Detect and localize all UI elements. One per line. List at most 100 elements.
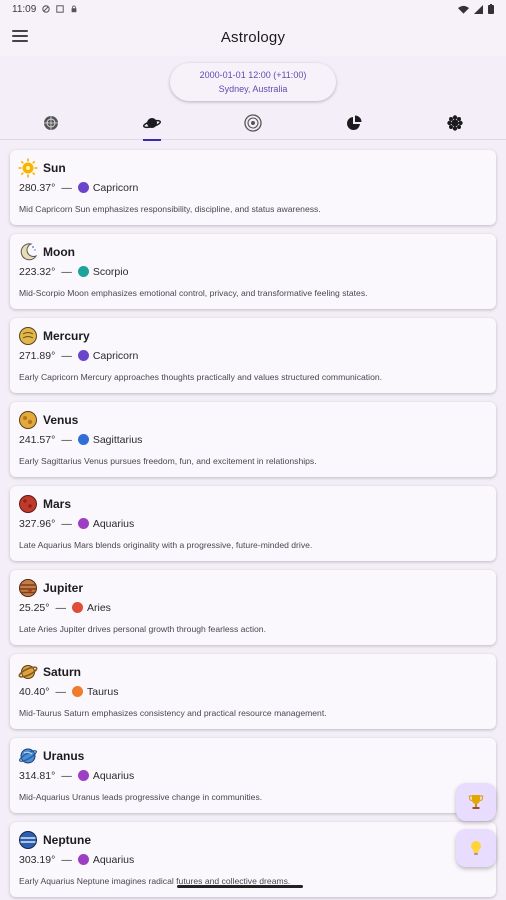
separator: — [61, 853, 72, 866]
planet-name: Jupiter [43, 581, 84, 595]
wheel-icon [43, 115, 58, 130]
planet-position: 271.89° — Capricorn [19, 347, 488, 364]
planet-card[interactable]: Venus 241.57° — Sagittarius Early Sagitt… [10, 402, 496, 477]
app-bar: Astrology [0, 18, 506, 56]
separator: — [55, 601, 66, 614]
zodiac-sign-icon [77, 182, 89, 193]
signal-icon [474, 4, 483, 14]
planet-description: Mid Capricorn Sun emphasizes responsibil… [19, 204, 321, 214]
planet-name: Sun [43, 161, 66, 175]
planet-degree: 314.81° [19, 769, 56, 782]
zodiac-sign-icon [77, 350, 89, 361]
planet-name: Saturn [43, 665, 82, 679]
planet-description: Early Sagittarius Venus pursues freedom,… [19, 456, 317, 466]
jupiter-icon [19, 579, 37, 597]
planet-card[interactable]: Mercury 271.89° — Capricorn Early Capric… [10, 318, 496, 393]
planet-position: 303.19° — Aquarius [19, 851, 488, 868]
planet-description: Mid-Scorpio Moon emphasizes emotional co… [19, 288, 368, 298]
tab-planets[interactable] [102, 106, 202, 141]
sun-icon [18, 158, 38, 178]
planet-degree: 280.37° [19, 181, 56, 194]
planet-card[interactable]: Sun 280.37° — Capricorn Mid Capricorn Su… [10, 150, 496, 225]
planet-position: 314.81° — Aquarius [19, 767, 488, 784]
planet-name: Venus [43, 413, 79, 427]
planet-position: 241.57° — Sagittarius [19, 431, 488, 448]
mercury-icon [19, 327, 37, 345]
planet-header: Venus [18, 409, 488, 431]
planet-header: Mercury [18, 325, 488, 347]
separator: — [61, 349, 72, 362]
uranus-icon [19, 748, 37, 764]
tips-button[interactable] [456, 829, 496, 867]
tab-wheel[interactable] [1, 106, 101, 140]
planet-card[interactable]: Uranus 314.81° — Aquarius Mid-Aquarius U… [10, 738, 496, 813]
planet-header: Uranus [18, 745, 488, 767]
separator: — [61, 517, 72, 530]
birth-date-chip[interactable]: 2000-01-01 12:00 (+11:00) Sydney, Austra… [170, 63, 336, 101]
planet-position: 223.32° — Scorpio [19, 263, 488, 280]
lightbulb-icon [471, 841, 481, 855]
separator: — [61, 769, 72, 782]
planet-header: Saturn [18, 661, 488, 683]
planet-header: Neptune [18, 829, 488, 851]
zodiac-sign: Scorpio [92, 265, 129, 278]
planet-degree: 25.25° [19, 601, 50, 614]
venus-icon [19, 411, 37, 429]
planet-degree: 271.89° [19, 349, 56, 362]
planet-position: 280.37° — Capricorn [19, 179, 488, 196]
planet-header: Moon [18, 241, 488, 263]
wifi-icon [458, 5, 469, 14]
planet-description: Mid-Aquarius Uranus leads progressive ch… [19, 792, 263, 802]
tab-houses[interactable] [203, 106, 303, 140]
planet-description: Early Capricorn Mercury approaches thoug… [19, 372, 383, 382]
screen-icon [56, 5, 64, 13]
planet-degree: 303.19° [19, 853, 56, 866]
zodiac-sign: Aquarius [92, 517, 135, 530]
planet-description: Late Aquarius Mars blends originality wi… [19, 540, 313, 550]
planet-position: 40.40° — Taurus [19, 683, 488, 700]
planet-name: Mercury [43, 329, 90, 343]
planet-header: Mars [18, 493, 488, 515]
zodiac-sign-icon [71, 602, 83, 613]
battery-icon [488, 4, 494, 14]
separator: — [61, 433, 72, 446]
moon-icon [20, 243, 38, 261]
chip-location: Sydney, Australia [218, 84, 288, 94]
planet-position: 327.96° — Aquarius [19, 515, 488, 532]
zodiac-sign: Sagittarius [92, 433, 143, 446]
planet-name: Neptune [43, 833, 91, 847]
menu-icon[interactable] [12, 30, 28, 44]
planet-card[interactable]: Mars 327.96° — Aquarius Late Aquarius Ma… [10, 486, 496, 561]
planet-degree: 327.96° [19, 517, 56, 530]
zodiac-sign: Capricorn [92, 181, 139, 194]
planet-position: 25.25° — Aries [19, 599, 488, 616]
planet-list: Sun 280.37° — Capricorn Mid Capricorn Su… [0, 140, 506, 897]
separator: — [61, 181, 72, 194]
planet-icon [142, 117, 161, 128]
zodiac-sign: Aries [86, 601, 111, 614]
home-indicator [177, 885, 303, 888]
trophy-button[interactable] [456, 783, 496, 821]
zodiac-sign-icon [77, 434, 89, 445]
planet-card[interactable]: Jupiter 25.25° — Aries Late Aries Jupite… [10, 570, 496, 645]
trophy-icon [468, 795, 484, 809]
zodiac-sign-icon [71, 686, 83, 697]
planet-name: Mars [43, 497, 72, 511]
tab-bar [0, 106, 506, 141]
planet-degree: 40.40° [19, 685, 50, 698]
zodiac-sign: Aquarius [92, 853, 135, 866]
zodiac-sign: Capricorn [92, 349, 139, 362]
planet-degree: 241.57° [19, 433, 56, 446]
planet-card[interactable]: Saturn 40.40° — Taurus Mid-Taurus Saturn… [10, 654, 496, 729]
planet-card[interactable]: Moon 223.32° — Scorpio Mid-Scorpio Moon … [10, 234, 496, 309]
zodiac-sign: Aquarius [92, 769, 135, 782]
zodiac-sign-icon [77, 518, 89, 529]
zodiac-sign-icon [77, 770, 89, 781]
planet-name: Uranus [43, 749, 85, 763]
tab-aspects[interactable] [405, 106, 505, 140]
status-time: 11:09 [12, 3, 37, 15]
planet-degree: 223.32° [19, 265, 56, 278]
tab-chart[interactable] [304, 106, 404, 140]
zodiac-sign-icon [77, 266, 89, 277]
planet-header: Jupiter [18, 577, 488, 599]
